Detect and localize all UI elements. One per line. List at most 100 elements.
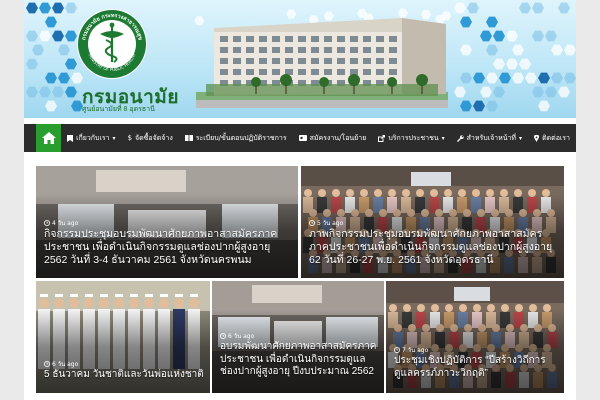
hexagon-tile	[39, 2, 51, 14]
nav-item-staff[interactable]: สำหรับเจ้าหน้าที่ ▾	[451, 124, 528, 152]
hexagon-tile	[454, 86, 466, 98]
hexagon-tile	[525, 72, 537, 84]
post-date: 5 วัน ago	[309, 218, 343, 228]
hexagon-tile	[52, 30, 64, 42]
hexagon-tile	[45, 100, 57, 112]
id-card-icon	[298, 135, 307, 141]
nav-item-about[interactable]: เกี่ยวกับเรา ▾	[61, 124, 121, 152]
hexagon-tile	[538, 100, 550, 112]
wrench-icon	[456, 134, 464, 142]
hexagon-tile	[551, 72, 563, 84]
hexagon-tile	[512, 72, 524, 84]
clock-icon	[220, 333, 226, 339]
post-title[interactable]: ภาพกิจกรรมประชุมอบรมพัฒนาศักยภาพอาสาสมัค…	[309, 228, 559, 267]
caret-down-icon: ▾	[519, 134, 523, 142]
post-title[interactable]: ประชุมเชิงปฏิบัติการ “ปีสร้างวิถีการดูแล…	[394, 355, 558, 380]
nav-item-label: ระเบียบ/ขั้นตอนปฏิบัติราชการ	[195, 133, 287, 142]
clock-icon	[44, 361, 50, 367]
hexagon-tile	[545, 30, 557, 42]
post-date: 6 วัน ago	[44, 359, 78, 369]
clock-icon	[309, 220, 315, 226]
nav-item-label: เกี่ยวกับเรา	[76, 133, 110, 142]
post-title[interactable]: กิจกรรมประชุมอบรมพัฒนาศักยภาพอาสาสมัครภา…	[44, 228, 292, 267]
caret-down-icon: ▾	[441, 134, 445, 142]
hexagon-tile	[486, 16, 498, 28]
post-card[interactable]: 6 วัน ago อบรมพัฒนาศักยภาพอาสาสมัครภาคปร…	[212, 281, 384, 393]
caret-down-icon: ▾	[112, 134, 116, 142]
hexagon-tile	[532, 86, 544, 98]
post-date: 7 วัน ago	[394, 345, 428, 355]
nav-item-jobs[interactable]: สมัครงาน/โอนย้าย	[293, 124, 373, 152]
dollar-icon: $	[127, 134, 133, 142]
nav-item-procurement[interactable]: $ จัดซื้อจัดจ้าง	[122, 124, 179, 152]
header-banner: กรมอนามัย กระทรวงสาธารณสุข MINISTRY OF P…	[24, 0, 576, 118]
hexagon-tile	[532, 2, 544, 14]
hexagon-tile	[558, 86, 570, 98]
hexagon-tile	[32, 44, 44, 56]
hexagon-tile	[473, 72, 485, 84]
hexagon-tile	[551, 44, 563, 56]
hexagon-tile	[532, 30, 544, 42]
hexagon-tile	[506, 58, 518, 70]
hexagon-tile	[65, 86, 77, 98]
hexagon-tile	[58, 44, 70, 56]
hexagon-tile	[26, 2, 38, 14]
hexagon-tile	[39, 30, 51, 42]
home-button[interactable]	[36, 124, 62, 152]
nav-item-label: จัดซื้อจัดจ้าง	[135, 133, 173, 142]
hexagon-tile	[499, 72, 511, 84]
nav-item-label: ติดต่อเรา	[542, 133, 570, 142]
hexagon-tile	[26, 86, 38, 98]
post-card[interactable]: 7 วัน ago ประชุมเชิงปฏิบัติการ “ปีสร้างว…	[386, 281, 564, 393]
hexagon-tile	[564, 44, 576, 56]
clock-icon	[44, 220, 50, 226]
nav-item-contact[interactable]: ติดต่อเรา	[528, 124, 576, 152]
map-marker-icon	[534, 134, 540, 142]
hexagon-tile	[460, 72, 472, 84]
clock-icon	[394, 347, 400, 353]
home-icon	[41, 132, 56, 144]
hexagon-tile	[512, 44, 524, 56]
post-card[interactable]: 5 วัน ago ภาพกิจกรรมประชุมอบรมพัฒนาศักยภ…	[301, 166, 564, 278]
nav-item-label: บริการประชาชน	[388, 133, 439, 142]
hexagon-tile	[486, 72, 498, 84]
post-card[interactable]: 6 วัน ago 5 ธันวาคม วันชาติและวันพ่อแห่ง…	[36, 281, 210, 393]
bookmark-icon	[67, 134, 74, 142]
post-title[interactable]: 5 ธันวาคม วันชาติและวันพ่อแห่งชาติ	[44, 369, 204, 382]
hexagon-tile	[480, 30, 492, 42]
hexagon-tile	[564, 72, 576, 84]
hexagon-tile	[26, 30, 38, 42]
hexagon-tile	[45, 72, 57, 84]
site-subtitle: ศูนย์อนามัยที่ 8 อุดรธานี	[82, 106, 155, 113]
hexagon-tile	[52, 2, 64, 14]
hexagon-tile	[460, 16, 472, 28]
building-image	[196, 18, 448, 108]
hexagon-tile	[519, 58, 531, 70]
hexagon-tile	[558, 2, 570, 14]
hexagon-tile	[460, 100, 472, 112]
hexagon-tile	[486, 44, 498, 56]
hexagon-tile	[45, 16, 57, 28]
post-card[interactable]: 4 วัน ago กิจกรรมประชุมอบรมพัฒนาศักยภาพอ…	[36, 166, 298, 278]
hexagon-tile	[473, 100, 485, 112]
nav-item-label: สำหรับเจ้าหน้าที่	[466, 133, 517, 142]
nav-item-services[interactable]: บริการประชาชน ▾	[372, 124, 450, 152]
book-icon	[184, 135, 193, 141]
hexagon-tile	[454, 2, 466, 14]
main-nav: เกี่ยวกับเรา ▾ $ จัดซื้อจัดจ้าง ระเบียบ/…	[24, 124, 576, 152]
hexagon-tile	[493, 30, 505, 42]
hexagon-tile	[26, 58, 38, 70]
hexagon-tile	[506, 30, 518, 42]
hexagon-tile	[519, 2, 531, 14]
hexagon-tile	[493, 58, 505, 70]
hexagon-tile	[486, 100, 498, 112]
post-date: 6 วัน ago	[220, 331, 254, 341]
post-title[interactable]: อบรมพัฒนาศักยภาพอาสาสมัครภาคประชาชน เพื่…	[220, 341, 380, 379]
ministry-logo[interactable]: กรมอนามัย กระทรวงสาธารณสุข MINISTRY OF P…	[76, 8, 148, 80]
nav-item-regulations[interactable]: ระเบียบ/ขั้นตอนปฏิบัติราชการ	[179, 124, 293, 152]
hexagon-tile	[493, 86, 505, 98]
hexagon-tile	[460, 44, 472, 56]
hexagon-tile	[39, 86, 51, 98]
hexagon-tile	[52, 86, 64, 98]
post-date: 4 วัน ago	[44, 218, 78, 228]
